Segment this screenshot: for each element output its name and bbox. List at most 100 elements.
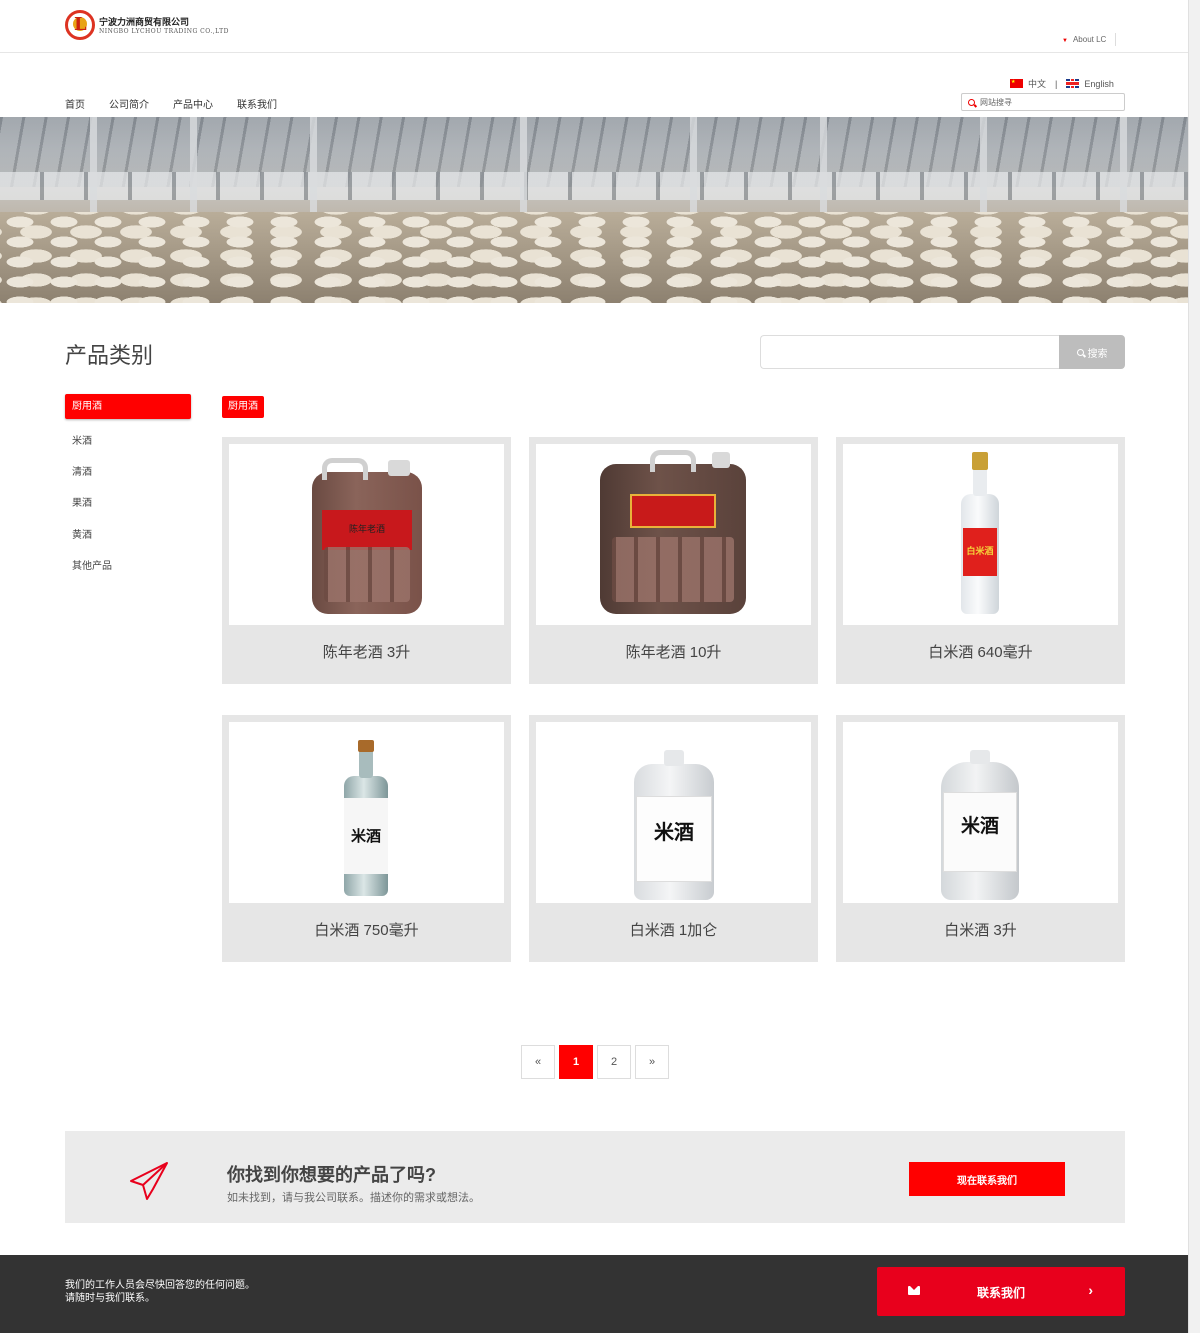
footer: 我们的工作人员会尽快回答您的任何问题。 请随时与我们联系。 联系我们 › <box>0 1255 1188 1333</box>
banner-pillar <box>310 117 317 222</box>
sidebar-item-cooking-wine[interactable]: 厨用酒 <box>65 394 191 419</box>
product-label: 米酒 <box>943 792 1017 872</box>
product-image[interactable]: 米酒 <box>229 722 504 903</box>
bottle-neck <box>970 750 990 764</box>
bottle-image: 米酒 <box>634 750 714 900</box>
banner-pillar <box>690 117 697 222</box>
sidebar-item-other[interactable]: 其他产品 <box>72 557 112 572</box>
bottle-image: 白米酒 <box>961 452 999 614</box>
product-card[interactable]: 陈年老酒 10升 <box>529 437 818 684</box>
category-tag[interactable]: 厨用酒 <box>222 396 264 418</box>
product-card[interactable]: 米酒 白米酒 1加仑 <box>529 715 818 962</box>
jug-cap <box>388 460 410 476</box>
company-name-en: NINGBO LYCHOU TRADING CO.,LTD <box>99 28 229 35</box>
product-label: 米酒 <box>344 798 388 874</box>
product-name[interactable]: 白米酒 640毫升 <box>836 641 1125 662</box>
paper-plane-icon <box>130 1162 168 1200</box>
jug-handle <box>322 458 368 480</box>
product-label <box>630 494 716 528</box>
product-label: 陈年老酒 <box>322 510 412 550</box>
banner-wine-jars <box>0 212 1188 303</box>
product-label: 米酒 <box>636 796 712 882</box>
product-name[interactable]: 白米酒 750毫升 <box>222 919 511 940</box>
product-search-input[interactable] <box>760 335 1060 369</box>
scrollbar[interactable] <box>1188 0 1200 1333</box>
banner-pillar <box>820 117 827 222</box>
search-button-label: 搜索 <box>1087 348 1108 360</box>
product-image[interactable]: 米酒 <box>536 722 811 903</box>
page-title: 产品类别 <box>65 343 154 368</box>
product-search-button[interactable]: 搜索 <box>1059 335 1125 369</box>
product-name[interactable]: 白米酒 3升 <box>836 919 1125 940</box>
banner-pillar <box>190 117 197 222</box>
nav-item-contact[interactable]: 联系我们 <box>237 96 277 111</box>
nav-item-products[interactable]: 产品中心 <box>173 96 213 111</box>
main-nav: 首页 公司简介 产品中心 联系我们 <box>65 96 301 111</box>
bullet-icon: ▼ <box>1062 38 1068 44</box>
company-logo[interactable] <box>65 10 95 40</box>
footer-contact-button[interactable]: 联系我们 › <box>877 1267 1125 1316</box>
banner-pillar <box>980 117 987 222</box>
site-search-input[interactable]: 网站搜寻 <box>961 93 1125 111</box>
product-image[interactable]: 米酒 <box>843 722 1118 903</box>
product-image[interactable]: 陈年老酒 <box>229 444 504 625</box>
bottle-cap <box>358 740 374 752</box>
nav-item-about[interactable]: 公司简介 <box>109 96 149 111</box>
product-name[interactable]: 白米酒 1加仑 <box>529 919 818 940</box>
jug-image: 陈年老酒 <box>312 458 422 614</box>
bottle-image: 米酒 <box>941 750 1019 900</box>
bottle-neck <box>359 748 373 778</box>
bottle-neck <box>664 750 684 766</box>
cta-title: 你找到你想要的产品了吗? <box>227 1165 436 1185</box>
pagination-page-1[interactable]: 1 <box>559 1045 593 1079</box>
product-card[interactable]: 白米酒 白米酒 640毫升 <box>836 437 1125 684</box>
jug-image <box>600 450 746 614</box>
lang-cn-link[interactable]: 中文 <box>1028 77 1046 90</box>
product-name[interactable]: 陈年老酒 10升 <box>529 641 818 662</box>
jug-cap <box>712 452 730 468</box>
search-icon <box>968 98 975 106</box>
site-search-placeholder: 网站搜寻 <box>980 97 1012 107</box>
nav-item-home[interactable]: 首页 <box>65 96 85 111</box>
pagination-page-2[interactable]: 2 <box>597 1045 631 1079</box>
product-name[interactable]: 陈年老酒 3升 <box>222 641 511 662</box>
lang-en-link[interactable]: English <box>1084 79 1114 89</box>
pagination-prev[interactable]: « <box>521 1045 555 1079</box>
banner-pillar <box>90 117 97 222</box>
china-flag-icon[interactable] <box>1010 79 1023 88</box>
hero-banner <box>0 117 1188 303</box>
sidebar-item-fruit-wine[interactable]: 果酒 <box>72 494 92 509</box>
product-card[interactable]: 陈年老酒 陈年老酒 3升 <box>222 437 511 684</box>
jug-ribs <box>324 547 410 602</box>
product-image[interactable]: 白米酒 <box>843 444 1118 625</box>
product-card[interactable]: 米酒 白米酒 3升 <box>836 715 1125 962</box>
bottle-image: 米酒 <box>344 740 388 896</box>
pagination-next[interactable]: » <box>635 1045 669 1079</box>
contact-now-button[interactable]: 现在联系我们 <box>909 1162 1065 1196</box>
uk-flag-icon[interactable] <box>1066 79 1080 88</box>
top-bar: 宁波力洲商贸有限公司 NINGBO LYCHOU TRADING CO.,LTD… <box>0 0 1188 53</box>
cta-subtitle: 如未找到，请与我公司联系。描述你的需求或想法。 <box>227 1192 480 1204</box>
sidebar-item-rice-wine[interactable]: 米酒 <box>72 432 92 447</box>
sidebar-item-yellow-wine[interactable]: 黄酒 <box>72 526 92 541</box>
jug-ribs <box>612 537 734 602</box>
about-link[interactable]: ▼ About LC <box>1062 35 1106 44</box>
chevron-right-icon: › <box>1088 1282 1093 1298</box>
product-card[interactable]: 米酒 白米酒 750毫升 <box>222 715 511 962</box>
banner-windows <box>0 172 1188 200</box>
banner-pillar <box>520 117 527 222</box>
footer-line-2: 请随时与我们联系。 <box>65 1293 155 1304</box>
contact-cta-panel: 你找到你想要的产品了吗? 如未找到，请与我公司联系。描述你的需求或想法。 现在联… <box>65 1131 1125 1223</box>
jug-handle <box>650 450 696 472</box>
language-switcher: 中文 | English <box>1010 77 1114 90</box>
search-icon <box>1076 348 1084 356</box>
product-image[interactable] <box>536 444 811 625</box>
banner-pillar <box>1120 117 1127 222</box>
pagination: « 1 2 » <box>521 1045 673 1079</box>
lang-separator: | <box>1055 78 1058 89</box>
company-name-cn: 宁波力洲商贸有限公司 <box>99 17 190 27</box>
sidebar-item-sake[interactable]: 清酒 <box>72 463 92 478</box>
product-label: 白米酒 <box>963 528 997 576</box>
footer-line-1: 我们的工作人员会尽快回答您的任何问题。 <box>65 1280 255 1291</box>
about-link-label: About LC <box>1072 35 1107 44</box>
